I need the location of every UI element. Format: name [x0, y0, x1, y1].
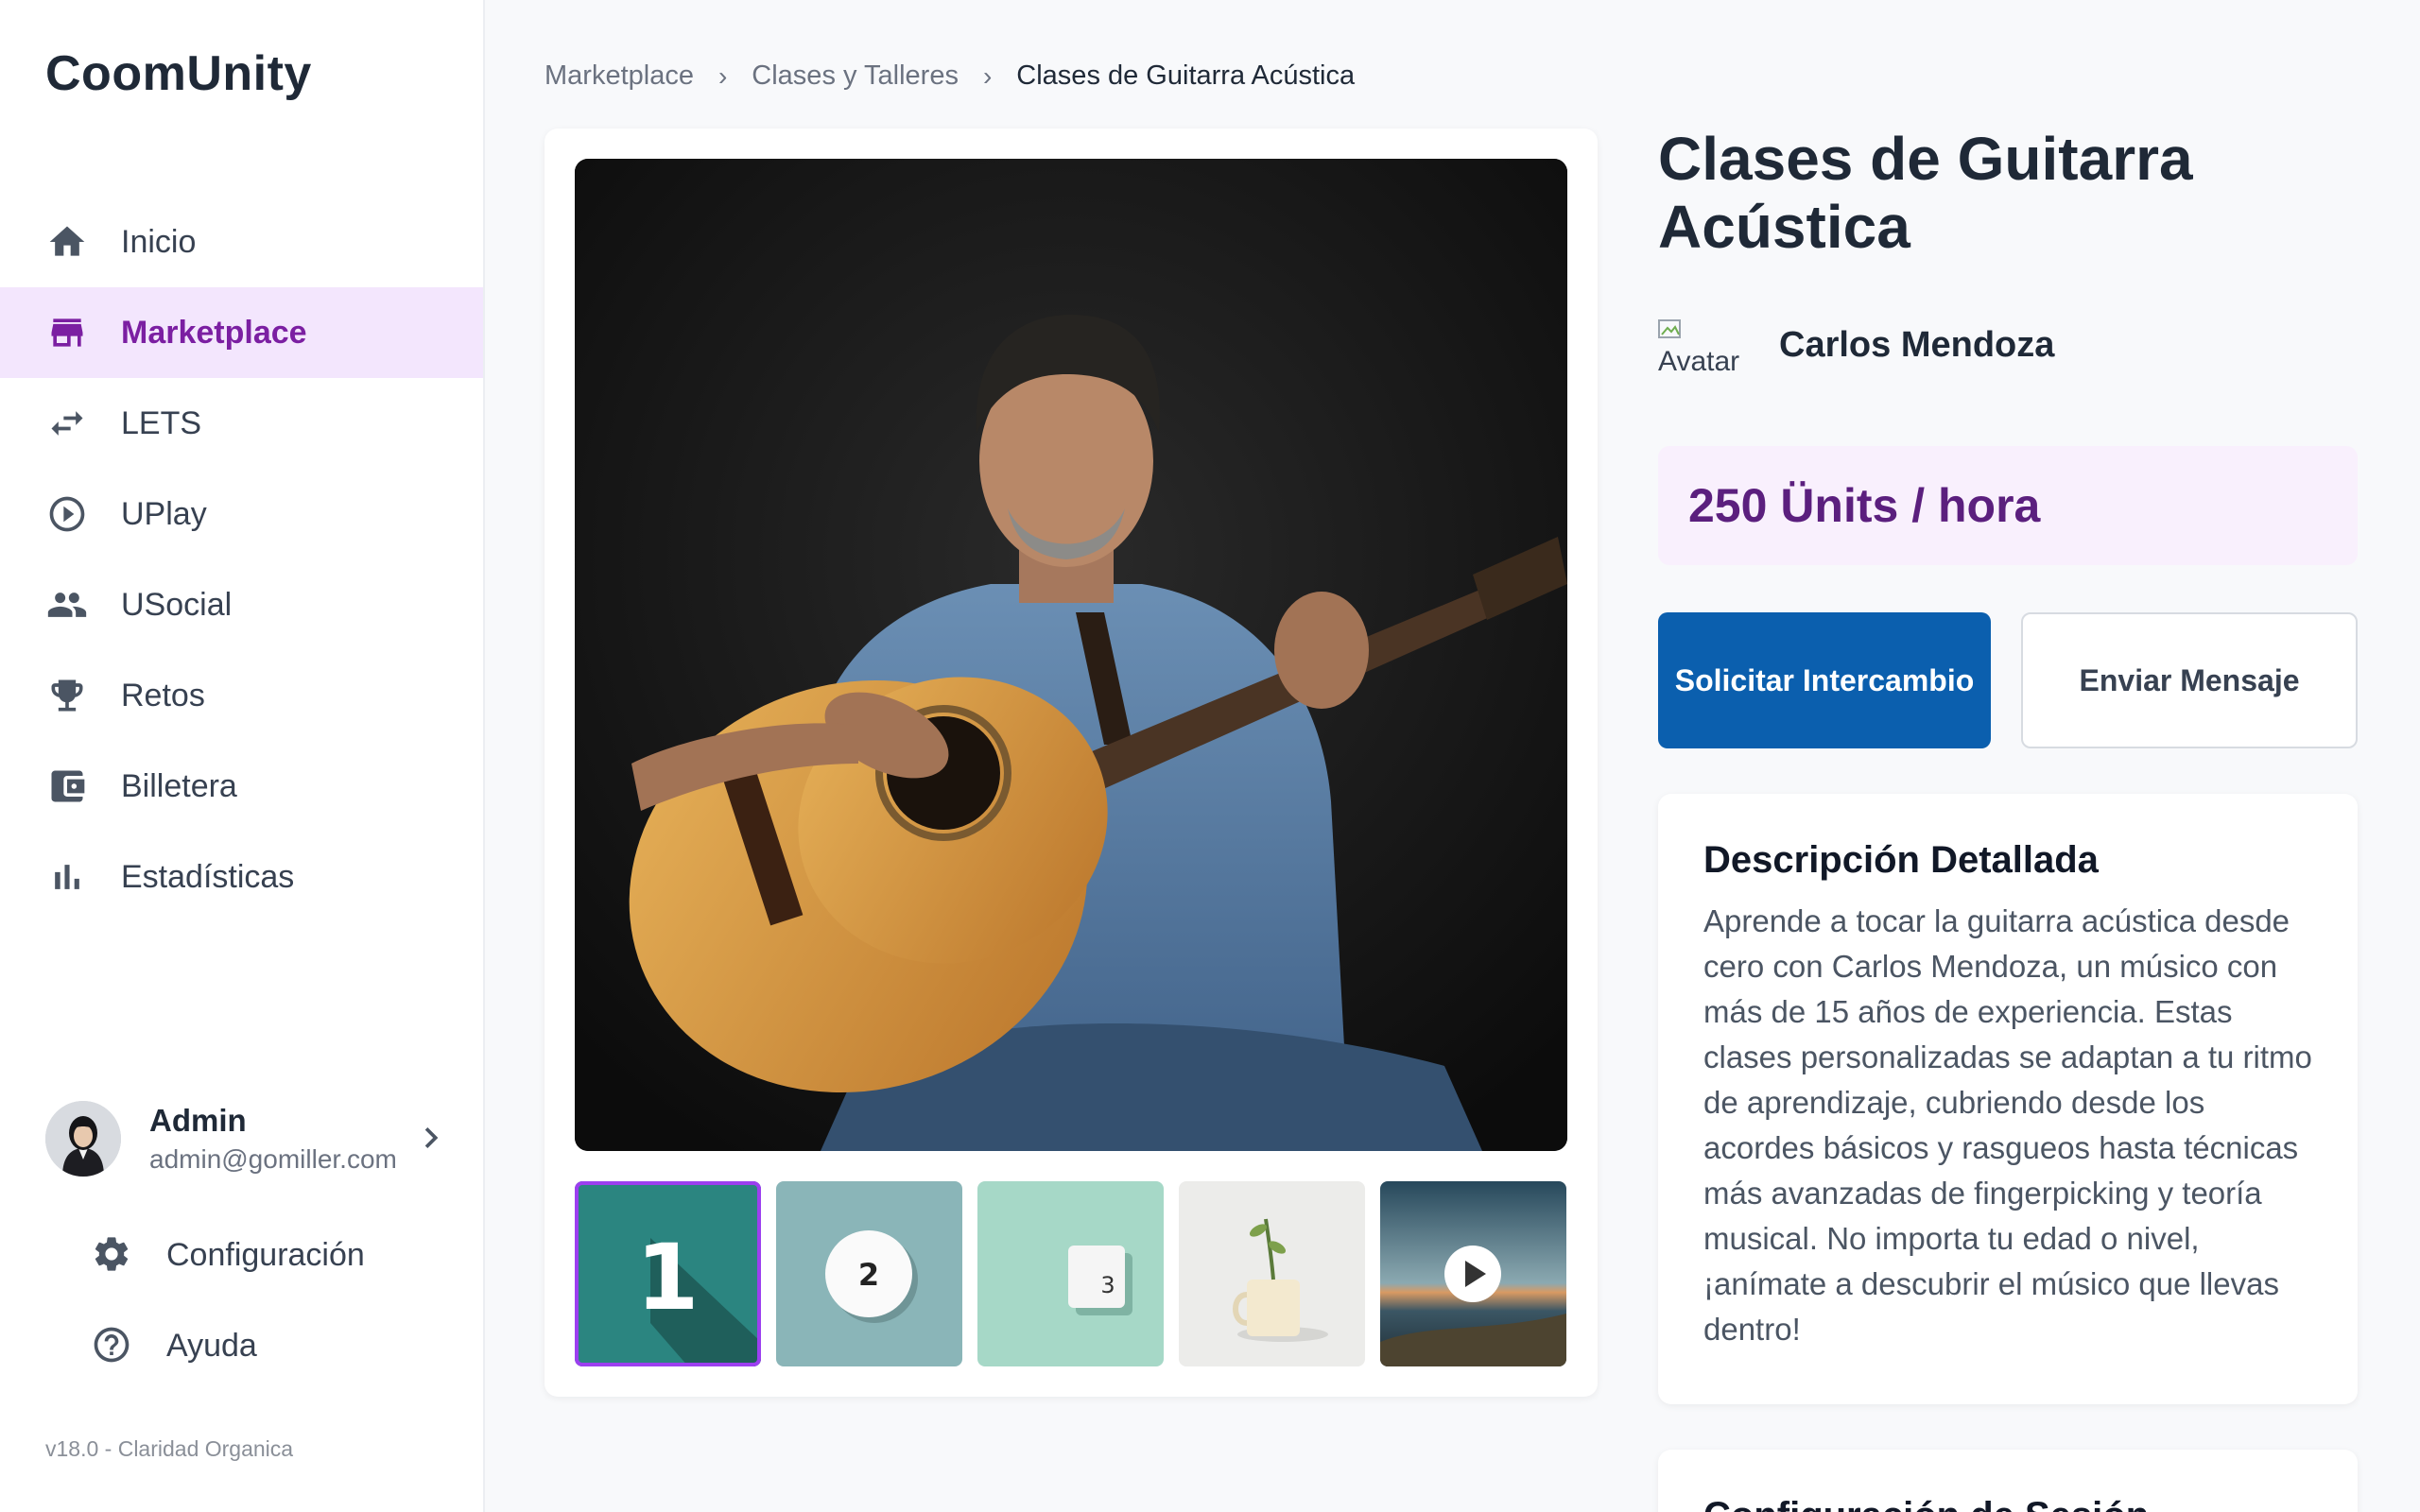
price-label: 250 Ünits / hora — [1688, 479, 2041, 532]
thumbnail-2[interactable]: 2 — [776, 1181, 962, 1366]
send-message-button[interactable]: Enviar Mensaje — [2021, 612, 2358, 748]
breadcrumb-current: Clases de Guitarra Acústica — [1016, 60, 1356, 91]
thumbnail-number: 3 — [1100, 1272, 1115, 1298]
thumbnail-number: 1 — [636, 1225, 700, 1331]
sidebar-item-label: Estadísticas — [121, 858, 295, 895]
broken-image-icon — [1658, 319, 1681, 338]
avatar — [45, 1101, 121, 1177]
sidebar-item-inicio[interactable]: Inicio — [0, 197, 483, 287]
seller-name[interactable]: Carlos Mendoza — [1779, 325, 2054, 366]
breadcrumb-link-category[interactable]: Clases y Talleres — [752, 60, 959, 92]
sidebar-item-usocial[interactable]: USocial — [0, 559, 483, 650]
main-nav: Inicio Marketplace LETS UPlay USocial Re… — [0, 197, 483, 922]
sidebar: CoomUnity Inicio Marketplace LETS UPlay — [0, 0, 485, 1512]
sidebar-item-label: Retos — [121, 677, 205, 713]
chevron-right-icon — [424, 1127, 439, 1148]
main-product-image[interactable] — [575, 159, 1567, 1151]
sidebar-item-label: Marketplace — [121, 314, 307, 351]
sidebar-item-billetera[interactable]: Billetera — [0, 741, 483, 832]
breadcrumb-link-marketplace[interactable]: Marketplace — [544, 60, 694, 92]
price-box: 250 Ünits / hora — [1658, 446, 2358, 565]
description-title: Descripción Detallada — [1703, 839, 2099, 881]
chevron-right-icon: › — [982, 60, 993, 91]
breadcrumb: Marketplace › Clases y Talleres › Clases… — [544, 60, 1355, 92]
bar-chart-icon — [45, 855, 89, 899]
session-config-card: Configuración de Sesión — [1658, 1450, 2358, 1512]
sidebar-item-label: Configuración — [166, 1236, 365, 1273]
thumbnail-3[interactable]: 3 — [977, 1181, 1164, 1366]
home-icon — [45, 220, 89, 264]
sidebar-item-uplay[interactable]: UPlay — [0, 469, 483, 559]
chevron-right-icon: › — [717, 60, 728, 91]
store-icon — [45, 311, 89, 354]
description-card: Descripción Detallada Aprende a tocar la… — [1658, 794, 2358, 1404]
thumbnail-5-video[interactable] — [1380, 1181, 1566, 1366]
gear-icon — [91, 1233, 134, 1277]
seller-avatar-alt-text: Avatar — [1658, 346, 1740, 377]
sidebar-item-estadisticas[interactable]: Estadísticas — [0, 832, 483, 922]
product-title: Clases de Guitarra Acústica — [1658, 125, 2193, 261]
image-gallery: 1 2 3 — [544, 129, 1598, 1397]
description-text: Aprende a tocar la guitarra acústica des… — [1703, 903, 2312, 1347]
people-icon — [45, 583, 89, 627]
sidebar-item-marketplace[interactable]: Marketplace — [0, 287, 483, 378]
sidebar-item-label: Billetera — [121, 767, 237, 804]
help-icon — [91, 1324, 134, 1367]
sidebar-item-retos[interactable]: Retos — [0, 650, 483, 741]
thumbnail-1[interactable]: 1 — [575, 1181, 761, 1366]
sidebar-item-label: UPlay — [121, 495, 207, 532]
user-name: Admin — [149, 1103, 247, 1138]
sidebar-item-label: USocial — [121, 586, 233, 623]
seller-info[interactable]: Avatar Carlos Mendoza — [1658, 314, 2054, 376]
request-exchange-button[interactable]: Solicitar Intercambio — [1658, 612, 1991, 748]
sidebar-item-lets[interactable]: LETS — [0, 378, 483, 469]
app-logo[interactable]: CoomUnity — [45, 45, 312, 102]
user-profile[interactable]: Admin admin@gomiller.com — [45, 1096, 452, 1181]
thumbnail-strip: 1 2 3 — [575, 1181, 1566, 1366]
sidebar-item-label: Inicio — [121, 223, 197, 260]
thumbnail-4[interactable] — [1179, 1181, 1365, 1366]
wallet-icon — [45, 765, 89, 808]
play-circle-icon — [45, 492, 89, 536]
sidebar-item-configuracion[interactable]: Configuración — [91, 1210, 365, 1300]
seller-avatar: Avatar — [1658, 314, 1751, 376]
sidebar-item-ayuda[interactable]: Ayuda — [91, 1300, 365, 1391]
user-email: admin@gomiller.com — [149, 1144, 397, 1174]
sidebar-item-label: Ayuda — [166, 1327, 257, 1364]
trophy-icon — [45, 674, 89, 717]
secondary-nav: Configuración Ayuda — [91, 1210, 365, 1391]
sidebar-item-label: LETS — [121, 404, 202, 441]
thumbnail-number: 2 — [858, 1257, 879, 1293]
swap-icon — [45, 402, 89, 445]
app-version: v18.0 - Claridad Organica — [45, 1436, 294, 1461]
session-config-title: Configuración de Sesión — [1703, 1495, 2312, 1512]
